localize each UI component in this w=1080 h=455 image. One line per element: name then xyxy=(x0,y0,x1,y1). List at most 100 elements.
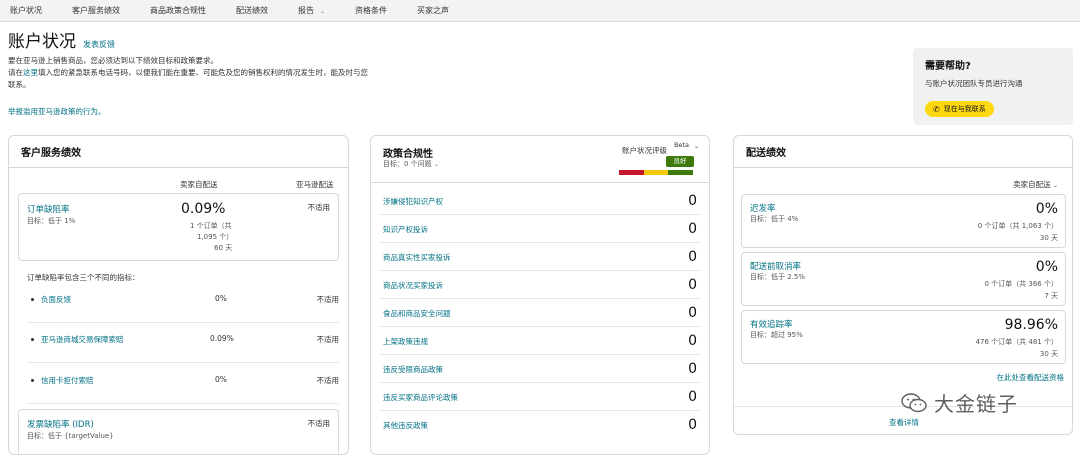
top-navigation: 账户状况 客户服务绩效 商品政策合规性 配送绩效 报告 ⌄ 资格条件 买家之声 xyxy=(0,0,1080,22)
policy-ip-complaints-link[interactable]: 知识产权投诉 xyxy=(383,224,428,235)
view-details-link[interactable]: 查看详情 xyxy=(734,417,1072,428)
policy-condition-link[interactable]: 商品状况买家投诉 xyxy=(383,280,443,291)
feedback-link[interactable]: 发表反馈 xyxy=(83,39,115,50)
sub-metric-amazon-value: 不适用 xyxy=(316,376,340,385)
contact-here-link[interactable]: 这里 xyxy=(23,68,38,77)
valid-tracking-link[interactable]: 有效追踪率 xyxy=(750,318,793,330)
contact-text-pre: 请在 xyxy=(8,68,23,77)
cancel-rate-target: 目标：低于 2.5% xyxy=(750,273,806,281)
cancel-rate-value: 0% xyxy=(1035,259,1058,275)
chevron-down-icon: ⌄ xyxy=(433,161,439,168)
watermark: 大金链子 xyxy=(900,388,1018,417)
sub-metric-seller-value: 0% xyxy=(215,375,227,384)
nav-reports[interactable]: 报告 ⌄ xyxy=(298,5,325,16)
late-shipment-link[interactable]: 迟发率 xyxy=(750,202,776,214)
policy-title: 政策合规性 xyxy=(383,149,433,160)
customer-service-card: 客户服务绩效 卖家自配送 亚马逊配送 订单缺陷率 目标：低于 1% 0.09% … xyxy=(8,135,349,455)
chevron-down-icon: ⌄ xyxy=(1052,182,1058,189)
customer-service-title: 客户服务绩效 xyxy=(9,136,348,168)
nav-eligibility[interactable]: 资格条件 xyxy=(355,5,387,16)
nav-account-health[interactable]: 账户状况 xyxy=(10,5,42,16)
contact-me-button[interactable]: ✆ 现在与我联系 xyxy=(925,101,994,117)
beta-label: Beta xyxy=(674,141,689,149)
late-shipment-target: 目标：低于 4% xyxy=(750,215,799,223)
policy-count: 0 xyxy=(688,333,697,349)
policy-listing-link[interactable]: 上架政策违规 xyxy=(383,336,428,347)
policy-food-safety-link[interactable]: 食品和商品安全问题 xyxy=(383,308,451,319)
chevron-down-icon: ⌄ xyxy=(320,8,326,15)
intro-text: 要在亚马逊上销售商品，您必须达到以下绩效目标和政策要求。 xyxy=(8,56,218,65)
rating-badge: 良好 xyxy=(666,156,694,167)
nav-policy-compliance[interactable]: 商品政策合规性 xyxy=(150,5,206,16)
bullet-icon xyxy=(31,338,34,341)
chevron-down-icon[interactable]: ⌄ xyxy=(694,143,699,150)
valid-tracking-value: 98.96% xyxy=(1004,317,1058,333)
sub-metric-amazon-value: 不适用 xyxy=(316,335,340,344)
valid-tracking-box: 有效追踪率 目标：超过 95% 98.96% 476 个订单（共 481 个） … xyxy=(741,310,1066,364)
rating-bar-red xyxy=(619,170,644,175)
page-title: 账户状况 xyxy=(8,32,76,52)
policy-count: 0 xyxy=(688,277,697,293)
late-shipment-value: 0% xyxy=(1035,201,1058,217)
policy-authenticity-link[interactable]: 商品真实性买家投诉 xyxy=(383,252,451,263)
a-to-z-claims-link[interactable]: 亚马逊商城交易保障索赔 xyxy=(41,334,124,345)
phone-icon: ✆ xyxy=(933,104,940,114)
chargeback-claims-link[interactable]: 信用卡拒付索赔 xyxy=(41,375,94,386)
valid-tracking-target: 目标：超过 95% xyxy=(750,331,803,339)
policy-count: 0 xyxy=(688,221,697,237)
odr-value: 0.09% xyxy=(181,201,226,217)
shipping-eligibility-link[interactable]: 在此处查看配送资格 xyxy=(997,372,1065,383)
odr-box: 订单缺陷率 目标：低于 1% 0.09% 1 个订单（共 1,095 个） 60… xyxy=(18,193,339,261)
col-seller-fulfilled: 卖家自配送 xyxy=(180,180,218,189)
policy-restricted-link[interactable]: 违反受限商品政策 xyxy=(383,364,443,375)
nav-customer-service[interactable]: 客户服务绩效 xyxy=(72,5,120,16)
policy-count: 0 xyxy=(688,361,697,377)
rating-bar-yellow xyxy=(644,170,668,175)
wechat-icon xyxy=(901,392,927,412)
sub-metric-amazon-value: 不适用 xyxy=(316,295,340,304)
policy-reviews-link[interactable]: 违反买家商品评论政策 xyxy=(383,392,458,403)
contact-text: 请在这里填入您的紧急联系电话号码，以便我们能在重要、可能危及您的销售权利的情况发… xyxy=(8,67,368,91)
table-row: 知识产权投诉 0 xyxy=(379,216,701,243)
policy-count: 0 xyxy=(688,193,697,209)
policy-ip-suspected-link[interactable]: 涉嫌侵犯知识产权 xyxy=(383,196,443,207)
rating-bar-green xyxy=(668,170,693,175)
shipping-title: 配送绩效 xyxy=(734,136,1072,168)
idr-box: 发票缺陷率 (IDR) 目标：低于 {targetValue} 不适用 xyxy=(18,409,339,454)
late-shipment-period: 30 天 xyxy=(1039,234,1058,242)
contact-text-post: 填入您的紧急联系电话号码，以便我们能在重要、可能危及您的销售权利的情况发生时，能… xyxy=(8,68,368,89)
list-item: 负面反馈 0% 不适用 xyxy=(27,283,339,323)
odr-sub-intro: 订单缺陷率包含三个不同的指标： xyxy=(27,273,140,282)
odr-link[interactable]: 订单缺陷率 xyxy=(27,203,70,215)
odr-detail-1: 1 个订单（共 xyxy=(190,222,232,230)
contact-me-label: 现在与我联系 xyxy=(943,105,986,113)
policy-count: 0 xyxy=(688,249,697,265)
report-abuse-link[interactable]: 举报滥用亚马逊政策的行为。 xyxy=(8,106,368,117)
policy-other-link[interactable]: 其他违反政策 xyxy=(383,420,428,431)
fulfillment-filter[interactable]: 卖家自配送 ⌄ xyxy=(1013,179,1058,190)
help-panel: 需要帮助? 与账户状况团队专员进行沟通 ✆ 现在与我联系 xyxy=(913,48,1073,125)
help-title: 需要帮助? xyxy=(925,61,971,72)
watermark-text: 大金链子 xyxy=(934,392,1018,416)
bullet-icon xyxy=(31,298,34,301)
account-health-rating-label: 账户状况评级 xyxy=(622,146,667,155)
table-row: 违反受限商品政策 0 xyxy=(379,356,701,383)
nav-shipping-performance[interactable]: 配送绩效 xyxy=(236,5,268,16)
valid-tracking-period: 30 天 xyxy=(1039,350,1058,358)
sub-metric-seller-value: 0.09% xyxy=(210,334,234,343)
policy-header: 政策合规性 目标：0 个问题 ⌄ 账户状况评级 Beta ⌄ 良好 xyxy=(371,136,709,183)
policy-target[interactable]: 目标：0 个问题 ⌄ xyxy=(383,159,439,169)
valid-tracking-detail: 476 个订单（共 481 个） xyxy=(975,338,1058,346)
table-row: 商品状况买家投诉 0 xyxy=(379,272,701,299)
sub-metric-seller-value: 0% xyxy=(215,294,227,303)
nav-voice-of-customer[interactable]: 买家之声 xyxy=(417,5,449,16)
idr-link[interactable]: 发票缺陷率 (IDR) xyxy=(27,418,94,430)
cancel-rate-detail: 0 个订单（共 366 个） xyxy=(984,280,1059,288)
bullet-icon xyxy=(31,379,34,382)
cancel-rate-link[interactable]: 配送前取消率 xyxy=(750,260,801,272)
odr-period: 60 天 xyxy=(214,244,233,252)
odr-target: 目标：低于 1% xyxy=(27,217,76,225)
cancel-rate-period: 7 天 xyxy=(1044,292,1058,300)
negative-feedback-link[interactable]: 负面反馈 xyxy=(41,294,71,305)
cancel-rate-box: 配送前取消率 目标：低于 2.5% 0% 0 个订单（共 366 个） 7 天 xyxy=(741,252,1066,306)
